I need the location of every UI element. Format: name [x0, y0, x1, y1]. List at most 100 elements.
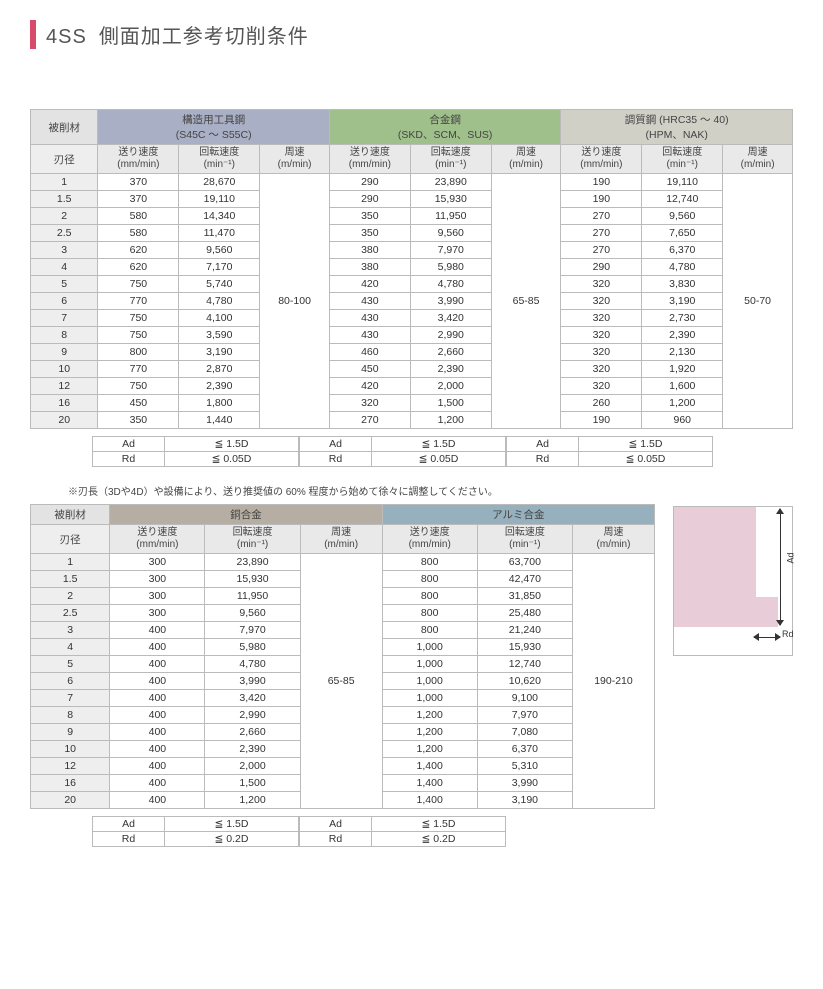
- ad-value-cell: ≦ 1.5D: [165, 817, 299, 832]
- feed-cell: 270: [561, 225, 642, 242]
- feed-cell: 400: [110, 639, 205, 656]
- diagram-block: [674, 507, 756, 627]
- feed-cell: 420: [329, 276, 410, 293]
- feed-cell: 770: [98, 361, 179, 378]
- rpm-cell: 23,890: [410, 174, 491, 191]
- rpm-cell: 1,500: [410, 395, 491, 412]
- feed-cell: 1,400: [382, 792, 477, 809]
- title-code: 4SS: [46, 26, 87, 48]
- col-feed: 送り速度(mm/min): [98, 145, 179, 174]
- rpm-cell: 9,560: [410, 225, 491, 242]
- feed-cell: 580: [98, 208, 179, 225]
- feed-cell: 320: [561, 361, 642, 378]
- rpm-cell: 9,560: [642, 208, 723, 225]
- adrd-table: Ad≦ 1.5D Rd≦ 0.05D: [92, 436, 299, 467]
- feed-cell: 300: [110, 554, 205, 571]
- rpm-cell: 14,340: [179, 208, 260, 225]
- feed-cell: 800: [382, 571, 477, 588]
- feed-cell: 300: [110, 588, 205, 605]
- surface-cell: 190-210: [572, 554, 654, 809]
- rpm-cell: 2,390: [179, 378, 260, 395]
- feed-cell: 290: [329, 174, 410, 191]
- rpm-cell: 4,780: [205, 656, 300, 673]
- feed-cell: 1,000: [382, 690, 477, 707]
- rpm-cell: 11,950: [410, 208, 491, 225]
- rpm-cell: 7,080: [477, 724, 572, 741]
- ad-label-cell: Ad: [300, 817, 372, 832]
- ad-label-cell: Ad: [507, 437, 579, 452]
- cutting-table-bottom: 被削材銅合金アルミ合金刃径送り速度(mm/min)回転速度(min⁻¹)周速(m…: [30, 504, 655, 809]
- rd-label: Rd: [782, 629, 794, 639]
- feed-cell: 260: [561, 395, 642, 412]
- diameter-cell: 1.5: [31, 571, 110, 588]
- ad-value-cell: ≦ 1.5D: [165, 437, 299, 452]
- feed-cell: 770: [98, 293, 179, 310]
- rd-label-cell: Rd: [300, 832, 372, 847]
- feed-cell: 1,400: [382, 758, 477, 775]
- rpm-cell: 2,870: [179, 361, 260, 378]
- footnote: ※刃長（3Dや4D）や設備により、送り推奨値の 60% 程度から始めて徐々に調整…: [68, 483, 793, 498]
- rpm-cell: 23,890: [205, 554, 300, 571]
- rpm-cell: 2,390: [205, 741, 300, 758]
- material-header: 合金鋼(SKD、SCM、SUS): [329, 110, 560, 145]
- diagram-step: [756, 597, 778, 627]
- feed-cell: 430: [329, 293, 410, 310]
- col-surface: 周速(m/min): [723, 145, 793, 174]
- rpm-cell: 7,970: [410, 242, 491, 259]
- header-workpiece: 被削材: [31, 505, 110, 525]
- rpm-cell: 2,660: [205, 724, 300, 741]
- rpm-cell: 2,660: [410, 344, 491, 361]
- diameter-cell: 10: [31, 741, 110, 758]
- header-diameter: 刃径: [31, 145, 98, 174]
- diameter-cell: 6: [31, 673, 110, 690]
- material-header: 調質鋼 (HRC35 ～ 40)(HPM、NAK): [561, 110, 793, 145]
- diameter-cell: 7: [31, 310, 98, 327]
- rpm-cell: 1,920: [642, 361, 723, 378]
- rpm-cell: 19,110: [179, 191, 260, 208]
- feed-cell: 1,200: [382, 724, 477, 741]
- rpm-cell: 2,730: [642, 310, 723, 327]
- rpm-cell: 63,700: [477, 554, 572, 571]
- col-surface: 周速(m/min): [300, 525, 382, 554]
- col-feed: 送り速度(mm/min): [110, 525, 205, 554]
- diameter-cell: 20: [31, 792, 110, 809]
- feed-cell: 400: [110, 792, 205, 809]
- rpm-cell: 4,100: [179, 310, 260, 327]
- surface-cell: 80-100: [260, 174, 330, 429]
- rd-value-cell: ≦ 0.05D: [165, 452, 299, 467]
- adrd-table: Ad≦ 1.5D Rd≦ 0.05D: [299, 436, 506, 467]
- diameter-cell: 16: [31, 395, 98, 412]
- rpm-cell: 1,500: [205, 775, 300, 792]
- feed-cell: 350: [329, 208, 410, 225]
- material-header: 構造用工具鋼(S45C ～ S55C): [98, 110, 329, 145]
- ad-label-cell: Ad: [300, 437, 372, 452]
- col-rpm: 回転速度(min⁻¹): [205, 525, 300, 554]
- cutting-table-top: 被削材構造用工具鋼(S45C ～ S55C)合金鋼(SKD、SCM、SUS)調質…: [30, 109, 793, 429]
- diameter-cell: 2: [31, 588, 110, 605]
- rpm-cell: 5,310: [477, 758, 572, 775]
- diameter-cell: 9: [31, 724, 110, 741]
- feed-cell: 380: [329, 259, 410, 276]
- rpm-cell: 3,990: [410, 293, 491, 310]
- feed-cell: 400: [110, 622, 205, 639]
- rpm-cell: 15,930: [477, 639, 572, 656]
- rpm-cell: 9,560: [205, 605, 300, 622]
- rpm-cell: 2,000: [410, 378, 491, 395]
- feed-cell: 350: [329, 225, 410, 242]
- feed-cell: 320: [561, 276, 642, 293]
- feed-cell: 450: [329, 361, 410, 378]
- surface-cell: 65-85: [491, 174, 561, 429]
- rpm-cell: 7,970: [205, 622, 300, 639]
- rpm-cell: 4,780: [179, 293, 260, 310]
- rpm-cell: 2,990: [410, 327, 491, 344]
- feed-cell: 750: [98, 310, 179, 327]
- diameter-cell: 2: [31, 208, 98, 225]
- feed-cell: 320: [561, 293, 642, 310]
- rpm-cell: 10,620: [477, 673, 572, 690]
- feed-cell: 270: [561, 208, 642, 225]
- rpm-cell: 15,930: [205, 571, 300, 588]
- feed-cell: 320: [561, 378, 642, 395]
- rpm-cell: 2,390: [410, 361, 491, 378]
- diameter-cell: 3: [31, 622, 110, 639]
- rpm-cell: 960: [642, 412, 723, 429]
